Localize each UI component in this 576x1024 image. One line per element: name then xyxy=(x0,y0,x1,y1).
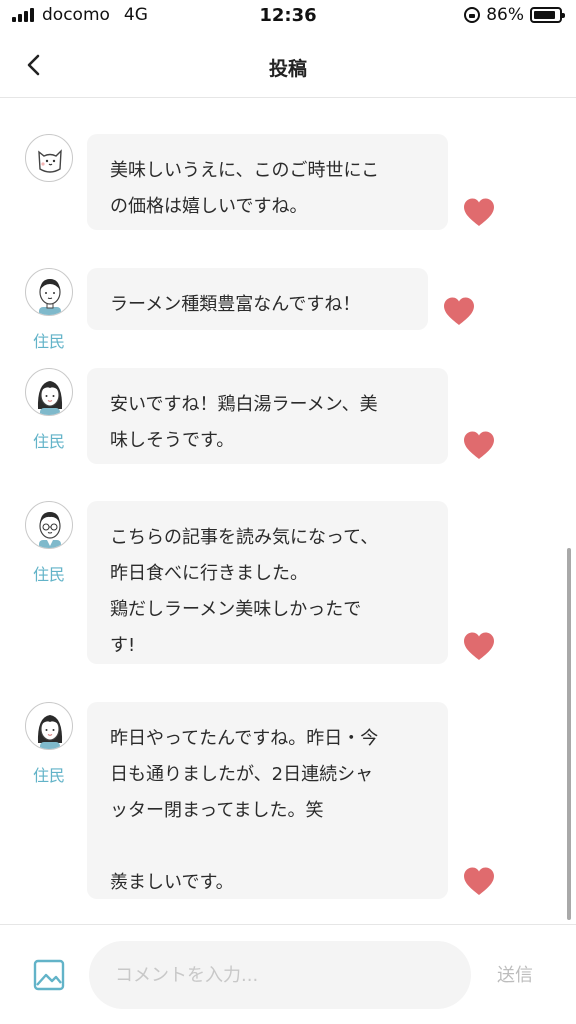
send-button[interactable]: 送信 xyxy=(497,961,533,987)
woman-avatar[interactable] xyxy=(25,702,73,750)
role-label: 住民 xyxy=(32,432,65,451)
battery-icon xyxy=(530,7,565,23)
cat-avatar[interactable] xyxy=(25,134,73,182)
comment-composer: 送信 xyxy=(0,924,576,1024)
comment-bubble: ラーメン種類豊富なんですね！ xyxy=(87,268,428,330)
orientation-lock-icon xyxy=(464,7,481,23)
role-label: 住民 xyxy=(32,565,65,584)
comment-input[interactable] xyxy=(89,941,471,1009)
like-heart-icon[interactable] xyxy=(462,866,496,896)
battery-percent: 86% xyxy=(486,5,524,25)
man-avatar[interactable] xyxy=(25,268,73,316)
like-heart-icon[interactable] xyxy=(462,430,496,460)
page-title: 投稿 xyxy=(268,58,307,80)
status-right: 86% xyxy=(464,5,565,25)
role-label: 住民 xyxy=(32,766,65,785)
scrollbar[interactable] xyxy=(567,548,571,920)
comment-bubble: 美味しいうえに、このご時世にこ の価格は嬉しいですね。 xyxy=(87,134,448,230)
status-bar: docomo 4G 12:36 86% xyxy=(0,0,576,32)
comment-bubble: こちらの記事を読み気になって、 昨日食べに行きました。 鶏だしラーメン美味しかっ… xyxy=(87,501,448,664)
comment-bubble: 昨日やってたんですね。昨日・今 日も通りましたが、2日連続シャ ッター閉まってま… xyxy=(87,702,448,899)
comment-bubble: 安いですね！鶏白湯ラーメン、美 味しそうです。 xyxy=(87,368,448,464)
role-label: 住民 xyxy=(32,332,65,351)
image-icon xyxy=(33,959,65,991)
man-glasses-avatar[interactable] xyxy=(25,501,73,549)
image-button[interactable] xyxy=(33,959,65,991)
woman-avatar[interactable] xyxy=(25,368,73,416)
header: 投稿 xyxy=(0,32,576,98)
like-heart-icon[interactable] xyxy=(462,197,496,227)
like-heart-icon[interactable] xyxy=(462,631,496,661)
like-heart-icon[interactable] xyxy=(442,296,476,326)
